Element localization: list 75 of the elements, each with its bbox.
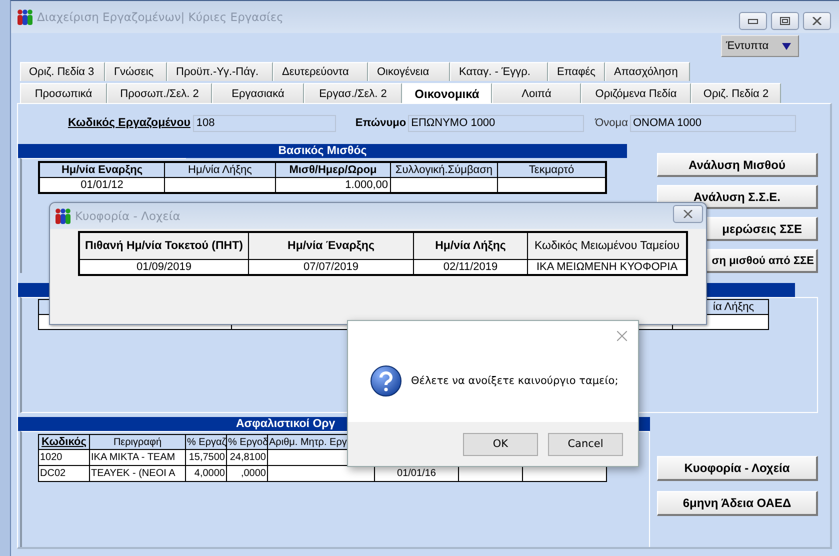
column-header: Κωδικός xyxy=(38,434,90,450)
column-header: Συλλογική.Σύμβαση xyxy=(390,162,498,178)
tab[interactable]: Οριζ. Πεδία 2 xyxy=(691,83,781,103)
table-cell: 4,0000 xyxy=(186,466,226,482)
tab[interactable]: Επαφές xyxy=(548,62,605,81)
column-header: Ημ/νία Λήξης xyxy=(164,162,276,178)
minimize-button[interactable] xyxy=(739,12,767,30)
column-header: Περιγραφή xyxy=(90,434,186,450)
question-icon xyxy=(370,364,402,396)
tab[interactable]: Δευτερεύοντα xyxy=(273,62,368,81)
tab[interactable]: Οριζόμενα Πεδία xyxy=(581,83,691,103)
dialog-button[interactable]: Cancel xyxy=(548,432,623,456)
minimize-icon xyxy=(748,17,758,25)
print-menu-dropdown[interactable]: Έντυπτα xyxy=(721,35,799,57)
close-button[interactable] xyxy=(615,329,629,343)
column-header: Τεκμαρτό xyxy=(498,162,606,178)
table-cell: 07/07/2019 xyxy=(248,260,414,275)
table-cell: ΙΚΑ ΜΙΚΤΑ - ΤΕΑΜ xyxy=(90,450,186,466)
tab[interactable]: Λοιπά xyxy=(492,83,581,103)
table-cell: 1020 xyxy=(38,450,90,466)
table-cell: 1.000,00 xyxy=(276,178,390,193)
people-icon xyxy=(54,208,72,224)
column-header: % Εργοδ xyxy=(226,434,268,450)
table-cell: ΙΚΑ ΜΕΙΩΜΕΝΗ ΚΥΟΦΟΡΙΑ xyxy=(528,260,687,275)
tab[interactable]: Γνώσεις xyxy=(105,62,167,81)
message-text: Θέλετε να ανοίξετε καινούργιο ταμείο; xyxy=(411,374,618,386)
field-label: Επώνυμο xyxy=(355,117,406,129)
dialog-title: Κυοφορία - Λοχεία xyxy=(75,209,180,223)
tab[interactable]: Προϋπ.-Υγ.-Πάγ. xyxy=(167,62,273,81)
action-button[interactable]: Ανάλυση Σ.Σ.Ε. xyxy=(657,185,818,209)
column-header: Ημ/νία Έναρξης xyxy=(248,232,414,260)
table-cell: DC02 xyxy=(38,466,90,482)
tab[interactable]: Εργασ./Σελ. 2 xyxy=(304,83,402,103)
tab[interactable]: Προσωπικά xyxy=(20,83,107,103)
maximize-button[interactable] xyxy=(771,12,799,30)
people-icon xyxy=(16,9,34,25)
action-button[interactable]: Ανάλυση Μισθού xyxy=(657,153,818,177)
tab[interactable]: Απασχόληση xyxy=(605,62,690,81)
field-label: Όνομα xyxy=(595,117,628,129)
close-icon xyxy=(683,210,693,218)
column-header: % Εργαζ xyxy=(186,434,226,450)
table-cell: 01/01/12 xyxy=(39,178,164,193)
field-label: Κωδικός Εργαζομένου xyxy=(68,117,190,129)
column-header: Κωδικός Μειωμένου Ταμείου xyxy=(528,232,687,260)
tab[interactable]: Εργασιακά xyxy=(212,83,304,103)
section-title: Ασφαλιστικοί Οργ xyxy=(236,418,336,430)
window-title: Διαχείριση Εργαζομένων| Κύριες Εργασίες xyxy=(37,10,284,24)
column-header: Ημ/νία Εναρξης xyxy=(39,162,164,178)
close-button[interactable] xyxy=(673,205,703,223)
close-icon xyxy=(812,17,822,25)
caret-icon xyxy=(782,42,791,50)
action-button[interactable]: Κυοφορία - Λοχεία xyxy=(657,456,818,481)
text-field[interactable]: ΟΝΟΜΑ 1000 xyxy=(630,114,796,132)
column-header: Μισθ/Ημερ/Ωρομ xyxy=(276,162,390,178)
close-icon xyxy=(617,331,627,341)
table-cell: 02/11/2019 xyxy=(414,260,528,275)
tab[interactable]: Οριζ. Πεδία 3 xyxy=(20,62,105,81)
column-header: Ημ/νία Λήξης xyxy=(414,232,528,260)
text-field[interactable]: ΕΠΩΝΥΜΟ 1000 xyxy=(408,114,584,132)
dialog-button[interactable]: OK xyxy=(463,432,538,456)
maximize-icon xyxy=(780,17,790,25)
tab[interactable]: Προσωπ./Σελ. 2 xyxy=(107,83,212,103)
action-button[interactable]: 6μηνη Άδεια ΟΑΕΔ xyxy=(657,491,818,516)
column-header: Πιθανή Ημ/νία Τοκετού (ΠΗΤ) xyxy=(79,232,248,260)
table-cell: 01/09/2019 xyxy=(79,260,248,275)
table-cell: 15,7500 xyxy=(186,450,226,466)
table-cell: 24,8100 xyxy=(226,450,268,466)
text-field[interactable]: 108 xyxy=(193,114,336,132)
section-title: Βασικός Μισθός xyxy=(278,145,367,157)
table-cell: ,0000 xyxy=(226,466,268,482)
tab[interactable]: Καταγ. - Έγγρ. xyxy=(450,62,548,81)
tab[interactable]: Οικογένεια xyxy=(368,62,450,81)
table-cell: ΤΕΑΥΕΚ - (ΝΕΟΙ Α xyxy=(90,466,186,482)
tab[interactable]: Οικονομικά xyxy=(402,83,492,103)
close-button[interactable] xyxy=(803,12,831,30)
